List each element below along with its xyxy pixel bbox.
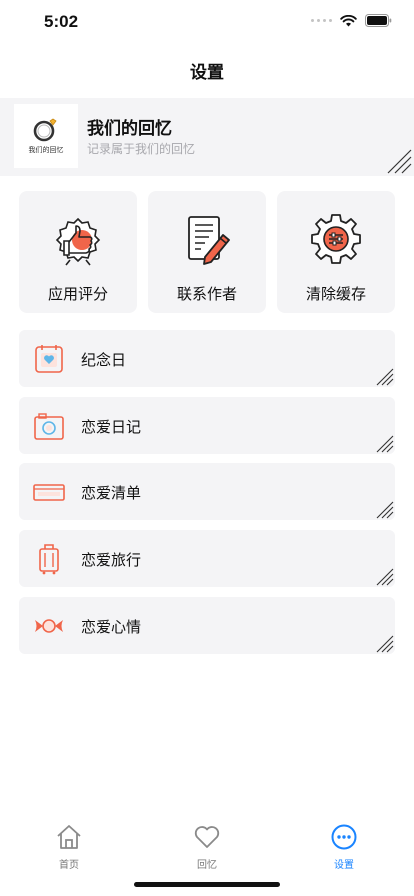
status-icons <box>311 14 392 27</box>
love-mood-label: 恋爱心情 <box>81 618 142 636</box>
candy-icon <box>35 619 63 633</box>
logo-text: 我们的回忆 <box>28 146 64 154</box>
corner-hatch-icon <box>387 149 412 174</box>
app-description: 记录属于我们的回忆 <box>87 142 196 156</box>
tab-memories[interactable]: 回忆 <box>167 824 247 871</box>
clear-cache-label: 清除缓存 <box>305 285 366 303</box>
status-bar: 5:02 <box>0 0 414 46</box>
page-title: 设置 <box>190 63 224 83</box>
calendar-heart-icon <box>35 345 63 373</box>
corner-hatch-icon <box>376 368 394 386</box>
heart-icon <box>194 826 220 848</box>
note-pencil-icon <box>188 216 230 265</box>
anniversary-label: 纪念日 <box>81 351 127 369</box>
signal-icon <box>311 19 332 22</box>
list-item-anniversary[interactable]: 纪念日 <box>19 330 395 387</box>
tab-home-label: 首页 <box>59 860 79 871</box>
tab-settings[interactable]: 设置 <box>304 824 384 871</box>
list-item-love-mood[interactable]: 恋爱心情 <box>19 597 395 654</box>
home-indicator <box>134 882 280 887</box>
clear-cache-button[interactable]: 清除缓存 <box>277 191 395 313</box>
contact-author-label: 联系作者 <box>176 285 237 303</box>
list-item-love-diary[interactable]: 恋爱日记 <box>19 397 395 454</box>
corner-hatch-icon <box>376 635 394 653</box>
app-logo: 我们的回忆 <box>14 104 78 168</box>
home-icon <box>57 825 81 849</box>
rate-app-button[interactable]: 应用评分 <box>19 191 137 313</box>
more-dots-icon <box>331 824 357 850</box>
battery-icon <box>365 14 392 27</box>
contact-author-button[interactable]: 联系作者 <box>148 191 266 313</box>
tab-settings-label: 设置 <box>334 860 354 871</box>
corner-hatch-icon <box>376 568 394 586</box>
ring-icon <box>33 118 57 142</box>
tab-bar: 首页 回忆 设置 <box>0 806 414 896</box>
list-item-love-list[interactable]: 恋爱清单 <box>19 463 395 520</box>
suitcase-icon <box>39 544 59 575</box>
list-item-love-travel[interactable]: 恋爱旅行 <box>19 530 395 587</box>
tab-memories-label: 回忆 <box>197 860 217 871</box>
corner-hatch-icon <box>376 435 394 453</box>
status-time: 5:02 <box>44 12 79 31</box>
gear-sliders-icon <box>311 214 361 264</box>
wifi-icon <box>340 14 357 26</box>
thumbs-up-badge-icon <box>55 217 101 266</box>
love-list-label: 恋爱清单 <box>81 484 142 502</box>
camera-icon <box>34 413 64 440</box>
love-diary-label: 恋爱日记 <box>81 418 142 436</box>
settings-screen: 5:02 设置 我们的回忆 我们的回忆 记录属于我们的回忆 应用评分 联系作者 … <box>0 0 414 896</box>
tab-home[interactable]: 首页 <box>29 824 109 871</box>
envelope-icon <box>33 484 65 501</box>
app-info-card: 我们的回忆 我们的回忆 记录属于我们的回忆 <box>0 98 414 176</box>
rate-app-label: 应用评分 <box>47 285 108 303</box>
corner-hatch-icon <box>376 501 394 519</box>
love-travel-label: 恋爱旅行 <box>81 551 142 569</box>
app-name: 我们的回忆 <box>87 119 172 139</box>
